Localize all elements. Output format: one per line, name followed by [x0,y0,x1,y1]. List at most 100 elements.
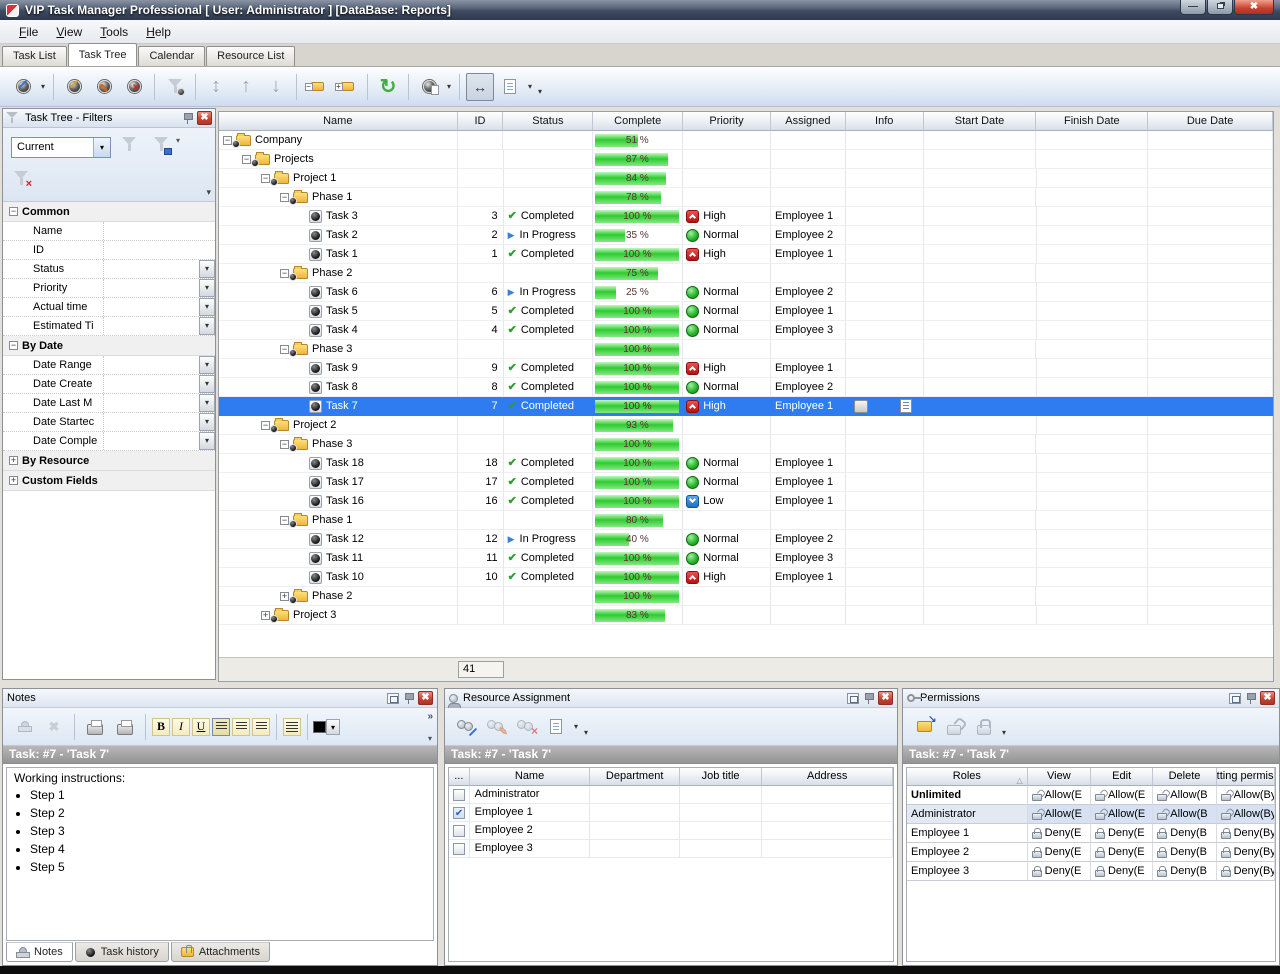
dropdown-button[interactable]: ▾ [199,432,215,450]
align-right-button[interactable] [252,718,270,736]
dropdown-button[interactable]: ▾ [199,356,215,374]
task-note-dropdown[interactable]: ▾ [444,82,454,91]
task-row-task-9[interactable]: Task 99✔Completed100 %HighEmployee 1 [219,359,1273,378]
expander-icon[interactable]: − [223,136,232,145]
resource-row-administrator[interactable]: Administrator [449,786,893,804]
section-toggle-icon[interactable]: + [9,476,18,485]
save-filter-button[interactable]: ▾ [153,136,170,153]
filter-section-common[interactable]: −Common [3,202,215,222]
column-header-status[interactable]: Status [503,112,593,131]
filter-field-value[interactable] [103,413,199,431]
pin-icon[interactable] [183,112,192,124]
task-row-task-2[interactable]: Task 22▶In Progress35 %NormalEmployee 2 [219,226,1273,245]
column-header-address[interactable]: Address [762,768,893,786]
dropdown-button[interactable]: ▾ [199,260,215,278]
section-toggle-icon[interactable]: − [9,341,18,350]
group-row-project-1[interactable]: −Project 184 % [219,169,1273,188]
group-row-projects[interactable]: −Projects87 % [219,150,1273,169]
font-color-dropdown[interactable]: ▾ [326,719,340,735]
bold-button[interactable]: B [152,718,170,736]
move-up-button[interactable]: ↑ [232,73,260,101]
dropdown-button[interactable]: ▾ [199,394,215,412]
menu-tools[interactable]: Tools [91,22,137,42]
fit-columns-button[interactable]: ↔ [466,73,494,101]
collapse-all-button[interactable]: − [303,73,331,101]
bottom-tab-notes[interactable]: Notes [6,942,73,962]
bullet-list-button[interactable] [283,718,301,736]
bottom-tab-attachments[interactable]: Attachments [171,942,270,962]
task-row-task-18[interactable]: Task 1818✔Completed100 %NormalEmployee 1 [219,454,1273,473]
task-row-task-11[interactable]: Task 1111✔Completed100 %NormalEmployee 3 [219,549,1273,568]
column-header-view[interactable]: View [1028,768,1091,786]
filter-field-value[interactable] [103,241,199,259]
task-row-task-8[interactable]: Task 88✔Completed100 %NormalEmployee 2 [219,378,1273,397]
group-row-phase-3[interactable]: −Phase 3100 % [219,435,1273,454]
filter-close-button[interactable]: ✖ [197,111,212,125]
resource-toolbar-overflow[interactable]: ▾ [581,728,591,737]
column-header-priority[interactable]: Priority [683,112,771,131]
expander-icon[interactable]: − [280,345,289,354]
resource-row-employee-2[interactable]: Employee 2 [449,822,893,840]
column-header-finish-date[interactable]: Finish Date [1036,112,1148,131]
permission-row-unlimited[interactable]: UnlimitedAllow(EAllow(EAllow(BAllow(By [907,786,1275,805]
align-left-button[interactable] [212,718,230,736]
refresh-button[interactable]: ↻ [374,73,402,101]
filter-field-value[interactable] [103,317,199,335]
filter-field-value[interactable] [103,356,199,374]
group-row-phase-2[interactable]: −Phase 275 % [219,264,1273,283]
resource-columns-button[interactable] [542,713,570,741]
column-header-assigned[interactable]: Assigned [771,112,846,131]
insert-note-button[interactable] [10,713,38,741]
save-filter-dropdown[interactable]: ▾ [176,136,180,145]
permissions-close-button[interactable]: ✖ [1260,691,1275,705]
add-task-button[interactable] [9,73,37,101]
menu-help[interactable]: Help [137,22,180,42]
expand-all-button[interactable]: + [333,73,361,101]
apply-filter-button[interactable] [121,136,138,153]
column-header-due-date[interactable]: Due Date [1148,112,1273,131]
allow-button[interactable] [940,713,968,741]
filter-field-value[interactable] [103,298,199,316]
columns-button[interactable] [496,73,524,101]
minimize-button[interactable]: — [1180,0,1206,15]
close-button[interactable]: ✖ [1234,0,1274,15]
delete-note-button[interactable]: ✖ [40,713,68,741]
filter-preset-combobox[interactable]: Current ▾ [11,137,111,158]
column-header-start-date[interactable]: Start Date [924,112,1037,131]
task-row-task-17[interactable]: Task 1717✔Completed100 %NormalEmployee 1 [219,473,1273,492]
column-header-job-title[interactable]: Job title [680,768,763,786]
task-row-task-16[interactable]: Task 1616✔Completed100 %LowEmployee 1 [219,492,1273,511]
permission-row-administrator[interactable]: AdministratorAllow(EAllow(EAllow(BAllow(… [907,805,1275,824]
remove-assignment-button[interactable]: × [512,713,540,741]
resource-columns-dropdown[interactable]: ▾ [571,722,581,731]
group-row-phase-1[interactable]: −Phase 178 % [219,188,1273,207]
filter-section-custom-fields[interactable]: +Custom Fields [3,471,215,491]
underline-button[interactable]: U [192,718,210,736]
pin-icon[interactable] [1246,692,1255,704]
notes-toolbar-dropdown[interactable]: ▾ [428,734,432,743]
checkbox[interactable] [453,807,465,819]
group-row-phase-3[interactable]: −Phase 3100 % [219,340,1273,359]
expander-icon[interactable]: + [261,611,270,620]
expander-icon[interactable]: − [280,440,289,449]
task-row-task-7[interactable]: Task 77✔Completed100 %HighEmployee 1 [219,397,1273,416]
group-row-company[interactable]: −Company51 % [219,131,1273,150]
expander-icon[interactable]: − [280,516,289,525]
menu-file[interactable]: File [10,22,47,42]
toolbar-overflow-dropdown[interactable]: ▾ [535,87,545,96]
set-permissions-button[interactable] [910,713,938,741]
filter-tasks-button[interactable] [161,73,189,101]
expander-icon[interactable]: − [280,193,289,202]
expander-icon[interactable]: − [242,155,251,164]
task-row-task-10[interactable]: Task 1010✔Completed100 %HighEmployee 1 [219,568,1273,587]
restore-button[interactable] [1207,0,1233,15]
notes-editor[interactable]: Working instructions: Step 1Step 2Step 3… [6,767,434,941]
print-preview-button[interactable] [81,713,109,741]
task-note-button[interactable] [415,73,443,101]
notes-toolbar-overflow[interactable]: » [427,711,433,722]
resource-row-employee-3[interactable]: Employee 3 [449,840,893,858]
group-row-phase-1[interactable]: −Phase 180 % [219,511,1273,530]
checkbox[interactable] [453,789,465,801]
print-button[interactable] [111,713,139,741]
task-row-task-12[interactable]: Task 1212▶In Progress40 %NormalEmployee … [219,530,1273,549]
